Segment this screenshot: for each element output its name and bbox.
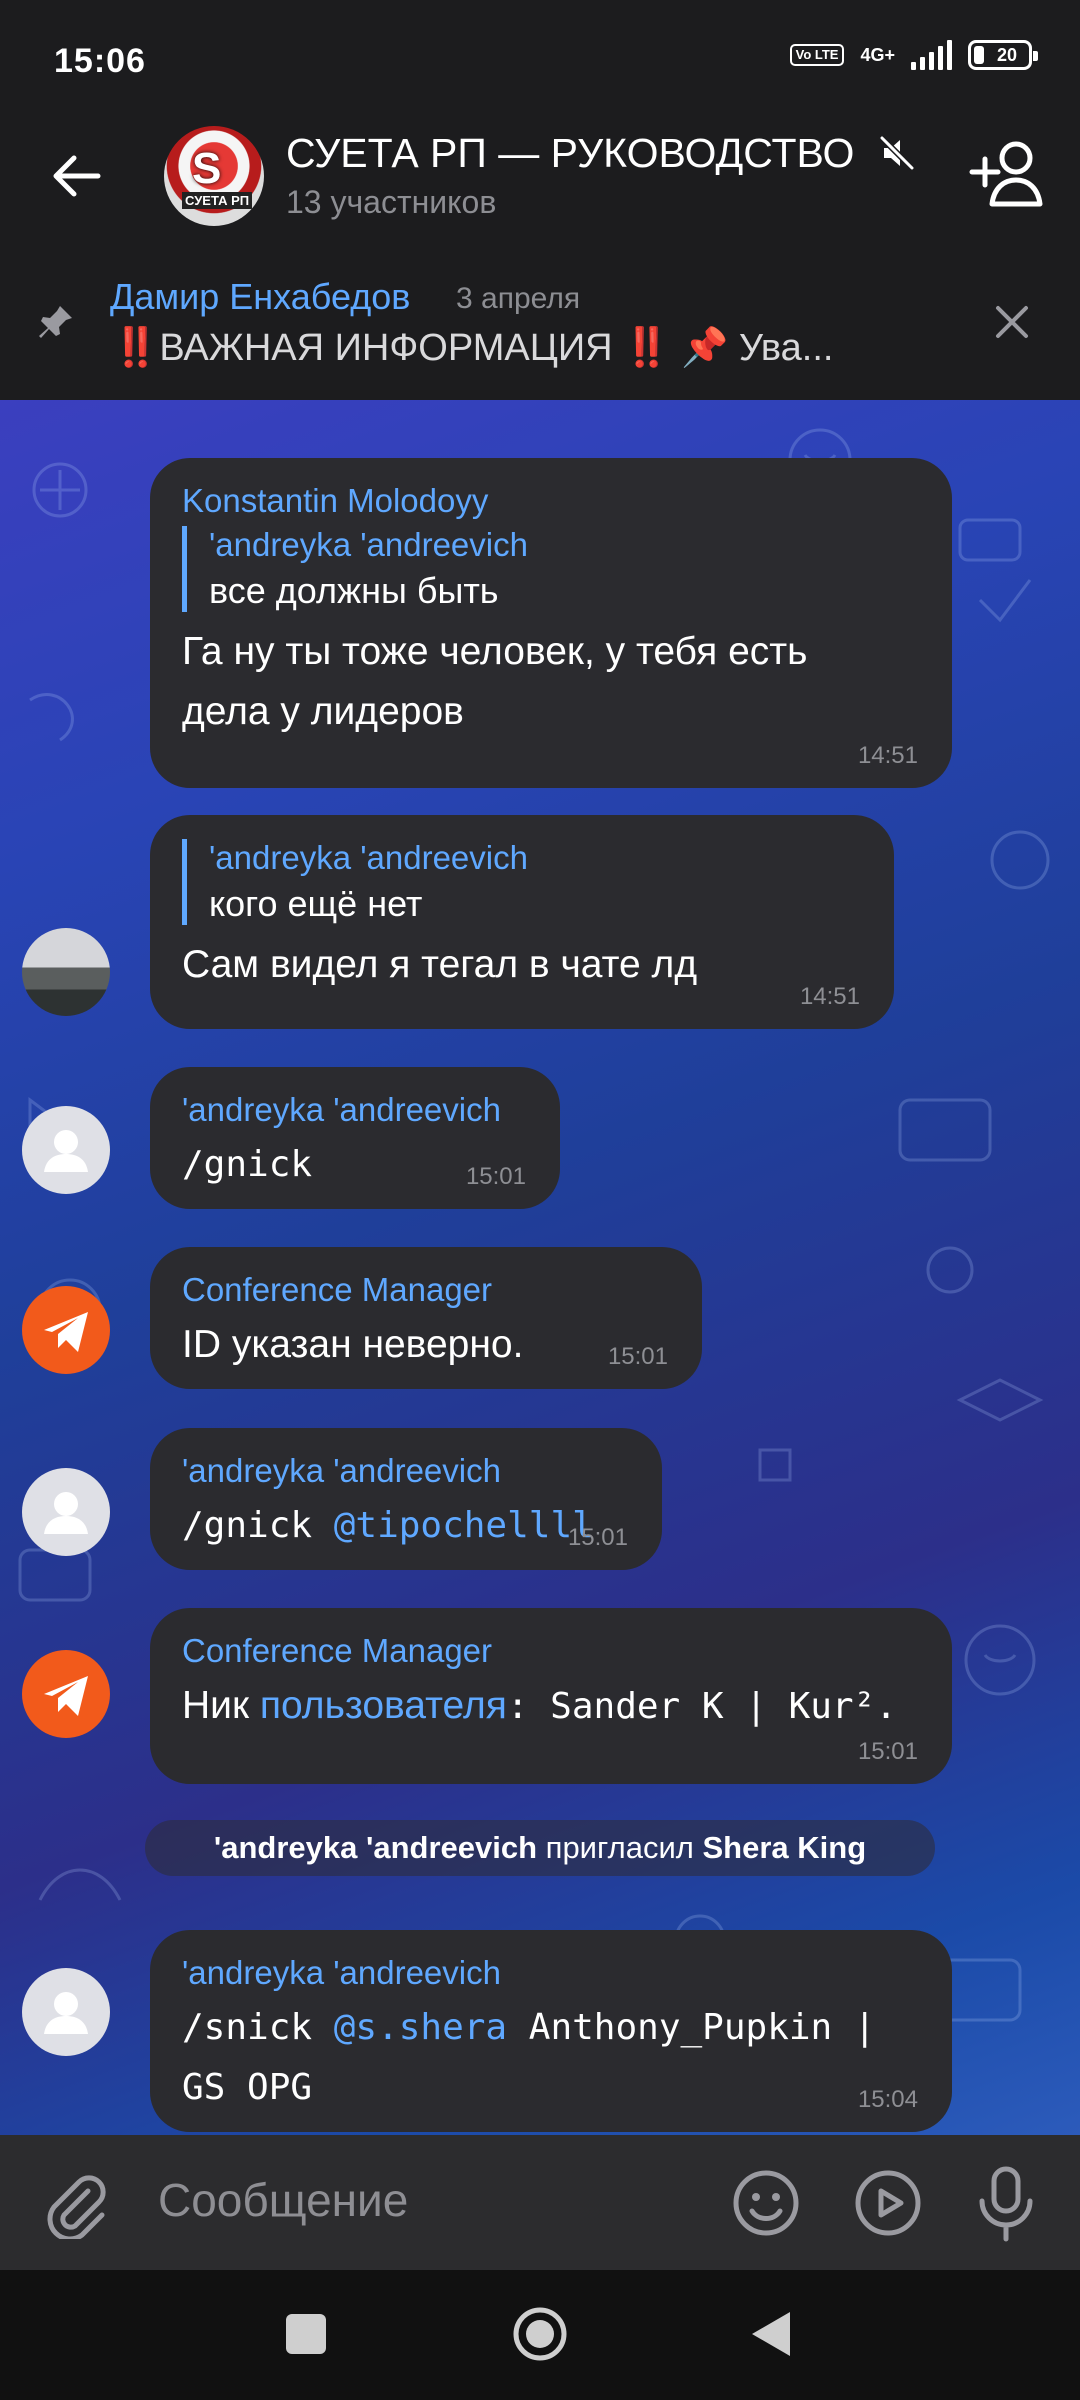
user-placeholder-icon [44,1130,88,1172]
signal-icon [911,40,952,70]
message-author[interactable]: Conference Manager [182,1271,670,1309]
message-text: ID указан неверно. [182,1323,524,1366]
message-text: Ник пользователя: Sander K | Kur². [182,1676,920,1737]
pin-icon [39,306,72,338]
sender-avatar[interactable] [22,1468,110,1556]
message-time: 15:01 [465,1163,526,1190]
chat-messages[interactable]: Konstantin Molodoyy 'andreyka 'andreevic… [0,400,1080,2135]
status-icons: Vo LTE 4G+ 20 [789,40,1038,70]
message-time: 14:51 [857,742,918,769]
message-bubble[interactable]: Conference Manager Ник пользователя: San… [150,1608,952,1784]
sender-avatar[interactable] [22,1106,110,1194]
reply-author: 'andreyka 'andreevich [209,839,528,876]
bot-avatar[interactable] [22,1286,110,1374]
message-text-suffix: : Sander K | Kur². [506,1686,897,1727]
user-placeholder-icon [44,1992,88,2034]
message-author[interactable]: Conference Manager [182,1632,920,1670]
pinned-message-bar[interactable]: Дамир Енхабедов 3 апреля ‼️ВАЖНАЯ ИНФОРМ… [0,250,1080,400]
chat-header: S СУЕТА РП СУЕТА РП — РУКОВОДСТВО 13 уча… [0,120,1080,368]
add-member-icon[interactable] [968,138,1048,208]
reply-text: все должны быть [209,570,499,611]
battery-level: 20 [996,44,1018,65]
message-bubble[interactable]: 'andreyka 'andreevich кого ещё нет Сам в… [150,815,894,1029]
message-bubble[interactable]: Conference Manager ID указан неверно. 15… [150,1247,702,1389]
home-button[interactable] [510,2304,570,2364]
pinned-text: ‼️ВАЖНАЯ ИНФОРМАЦИЯ ‼️ 📌 Ува... [112,327,834,369]
pinned-author: Дамир Енхабедов [110,276,411,317]
service-actor[interactable]: 'andreyka 'andreevich [214,1830,537,1865]
message-bubble[interactable]: 'andreyka 'andreevich /gnick @tipochelll… [150,1428,662,1570]
message-input-bar: Сообщение [0,2135,1080,2270]
message-author[interactable]: 'andreyka 'andreevich [182,1954,920,1992]
service-message: 'andreyka 'andreevich пригласил Shera Ki… [145,1820,935,1876]
battery-icon: 20 [968,40,1038,70]
reply-quote[interactable]: 'andreyka 'andreevich кого ещё нет [182,839,862,925]
muted-speaker-icon [879,135,915,171]
reply-text: кого ещё нет [209,883,423,924]
message-time: 15:01 [567,1524,628,1551]
service-action: пригласил [537,1830,703,1865]
emoji-icon[interactable] [730,2167,802,2239]
sender-avatar[interactable] [22,928,110,1016]
volte-icon: Vo LTE [789,44,845,66]
status-time: 15:06 [54,42,146,80]
chat-avatar-caption: СУЕТА РП [182,192,253,209]
reply-quote[interactable]: 'andreyka 'andreevich все должны быть [182,526,920,612]
back-arrow-icon[interactable] [44,144,108,208]
microphone-icon[interactable] [970,2163,1042,2243]
pinned-date: 3 апреля [456,282,581,315]
system-navigation-bar [0,2270,1080,2400]
mention-link[interactable]: @s.shera [334,2007,507,2048]
command-text: /snick [182,2007,334,2048]
message-time: 14:51 [799,983,860,1010]
chat-member-count: 13 участников [286,184,497,220]
video-message-icon[interactable] [852,2167,924,2239]
chat-avatar-logo: S [192,144,222,193]
message-bubble[interactable]: 'andreyka 'andreevich /gnick 15:01 [150,1067,560,1209]
message-author[interactable]: Konstantin Molodoyy [182,482,920,520]
back-button[interactable] [748,2308,794,2360]
message-time: 15:01 [607,1343,668,1370]
message-text-prefix: Ник [182,1684,260,1727]
chat-avatar[interactable]: S СУЕТА РП [164,126,264,226]
message-text: /snick @s.shera Anthony_Pupkin | GS OPG [182,1998,922,2118]
paper-plane-icon [44,1676,88,1716]
status-bar: 15:06 Vo LTE 4G+ 20 [0,0,1080,120]
message-bubble[interactable]: Konstantin Molodoyy 'andreyka 'andreevic… [150,458,952,788]
message-text: Сам видел я тегал в чате лд [182,943,698,986]
paperclip-icon[interactable] [40,2169,110,2239]
user-link[interactable]: пользователя [260,1684,507,1727]
close-icon[interactable] [990,300,1034,344]
reply-author: 'andreyka 'andreevich [209,526,528,563]
message-author[interactable]: 'andreyka 'andreevich [182,1452,630,1490]
recent-apps-button[interactable] [286,2314,326,2354]
message-text: Га ну ты тоже человек, у тебя есть дела … [182,630,808,733]
command-text: /gnick [182,1505,334,1546]
service-target[interactable]: Shera King [702,1830,866,1865]
message-time: 15:01 [857,1738,918,1765]
message-text: /gnick @tipochellll [182,1496,630,1556]
user-placeholder-icon [44,1492,88,1534]
sender-avatar[interactable] [22,1968,110,2056]
mention-link[interactable]: @tipochellll [334,1505,594,1546]
paper-plane-icon [44,1312,88,1352]
network-type: 4G+ [860,45,895,65]
chat-title[interactable]: СУЕТА РП — РУКОВОДСТВО [286,130,854,177]
message-author[interactable]: 'andreyka 'andreevich [182,1091,528,1129]
message-input[interactable]: Сообщение [158,2173,408,2227]
bot-avatar[interactable] [22,1650,110,1738]
message-bubble[interactable]: 'andreyka 'andreevich /snick @s.shera An… [150,1930,952,2132]
message-time: 15:04 [857,2086,918,2113]
